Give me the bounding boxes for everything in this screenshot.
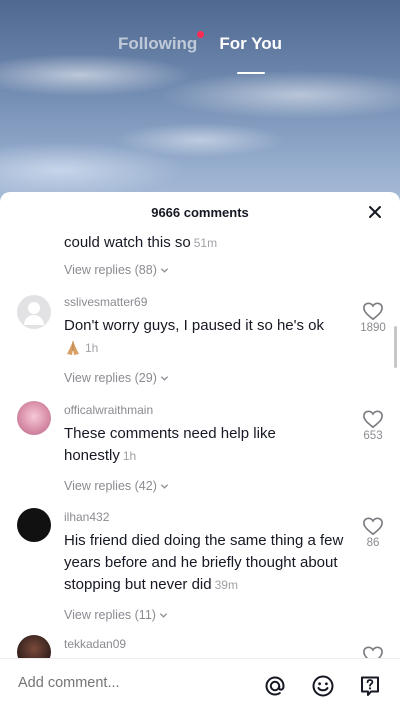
view-replies-label: View replies (29) [64, 371, 157, 385]
like-button[interactable]: 653 [358, 409, 388, 442]
heart-icon [363, 410, 383, 429]
comment-username[interactable]: ilhan432 [64, 510, 109, 524]
like-count: 1890 [360, 322, 386, 334]
tab-for-you[interactable]: For You [219, 34, 282, 74]
emoji-icon[interactable] [310, 673, 336, 699]
like-button[interactable]: 86 [358, 516, 388, 549]
comment-username[interactable]: officalwraithmain [64, 403, 153, 417]
chevron-down-icon [159, 613, 168, 618]
active-tab-indicator [236, 72, 265, 74]
heart-icon [363, 646, 383, 658]
tab-for-you-label: For You [219, 34, 282, 53]
like-count: 86 [366, 537, 380, 549]
chevron-down-icon [160, 376, 168, 381]
comment-composer [0, 658, 400, 711]
view-replies-button[interactable]: View replies (29) [64, 371, 169, 385]
question-icon[interactable] [357, 673, 383, 699]
like-count: 653 [363, 430, 383, 442]
view-replies-label: View replies (88) [64, 263, 157, 277]
praying-hands-emoji [67, 341, 79, 356]
comment-time: 39m [214, 578, 238, 592]
comment-time: 51m [193, 236, 218, 250]
heart-icon [363, 517, 383, 536]
chevron-down-icon [160, 268, 168, 273]
view-replies-button[interactable]: View replies (88) [64, 263, 169, 277]
view-replies-button[interactable]: View replies (42) [64, 479, 169, 493]
tab-following[interactable]: Following [118, 31, 205, 64]
avatar[interactable] [17, 401, 51, 435]
comment-text: These comments need help like honestly 1h [64, 423, 314, 467]
view-replies-label: View replies (11) [64, 608, 156, 622]
heart-icon [363, 302, 383, 321]
like-button[interactable]: 1890 [358, 301, 388, 334]
comment-username[interactable]: sslivesmatter69 [64, 295, 147, 309]
comment-time: 1h [122, 449, 137, 463]
comment-time: 1h [85, 341, 99, 355]
view-replies-button[interactable]: View replies (11) [64, 608, 168, 622]
comments-list[interactable]: could watch this so 51m View replies (88)… [0, 232, 400, 658]
tab-following-label: Following [118, 34, 198, 53]
avatar[interactable] [17, 295, 51, 329]
comment-count-title: 9666 comments [151, 204, 249, 220]
avatar[interactable] [17, 508, 51, 542]
comment-text: His friend died doing the same thing a f… [64, 530, 354, 596]
at-icon[interactable] [262, 673, 288, 699]
comment-body: Don't worry guys, I paused it so he's ok [64, 317, 325, 334]
comment-username[interactable]: tekkadan09 [64, 637, 126, 651]
avatar[interactable] [17, 635, 51, 658]
comment-body: His friend died doing the same thing a f… [64, 532, 344, 593]
view-replies-label: View replies (42) [64, 479, 157, 493]
like-button[interactable] [358, 645, 388, 658]
comment-body: These comments need help like honestly [64, 425, 276, 464]
comment-text: could watch this so 51m [64, 232, 349, 254]
notification-dot [197, 31, 205, 38]
comments-header: 9666 comments [0, 192, 400, 232]
add-comment-input[interactable] [18, 675, 238, 691]
top-nav: Following For You [0, 31, 400, 74]
comment-body: could watch this so [64, 234, 191, 251]
close-icon[interactable] [366, 203, 384, 221]
scrollbar[interactable] [394, 326, 397, 368]
chevron-down-icon [160, 484, 168, 489]
comment-text: Don't worry guys, I paused it so he's ok… [64, 315, 349, 359]
comments-sheet: 9666 comments could watch this so 51m Vie… [0, 192, 400, 711]
